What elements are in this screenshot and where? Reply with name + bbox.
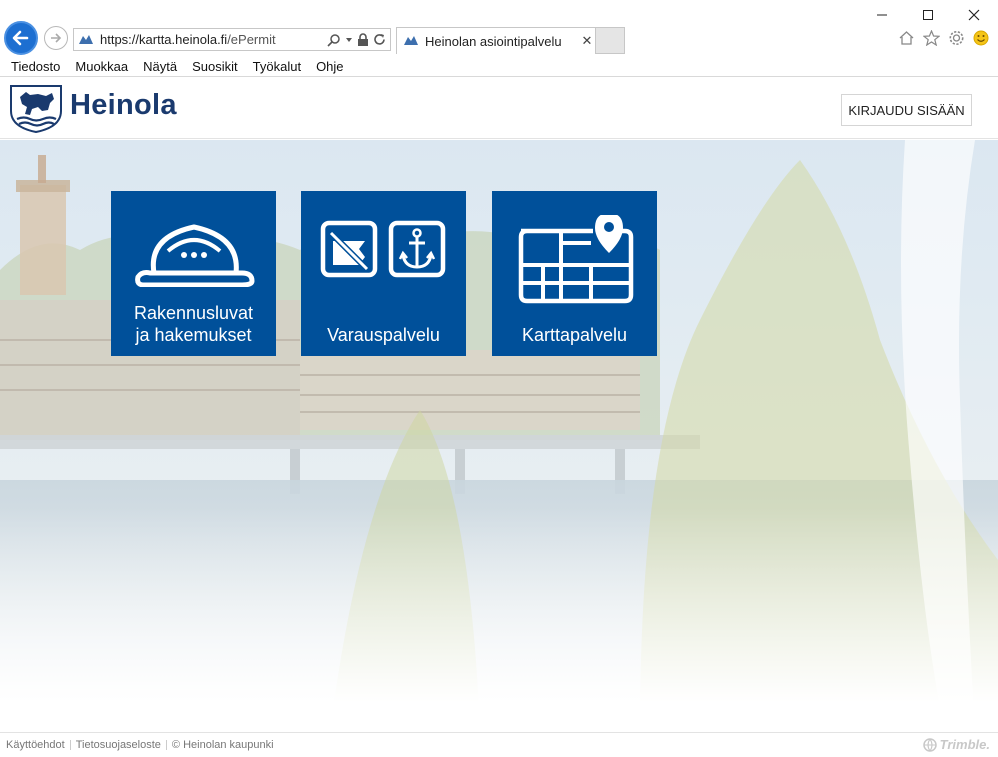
close-window-icon[interactable] [954, 5, 994, 25]
privacy-link[interactable]: Tietosuojaseloste [76, 739, 161, 751]
menu-bar: Tiedosto Muokkaa Näytä Suosikit Työkalut… [0, 56, 998, 77]
site-header: Heinola KIRJAUDU SISÄÄN [0, 77, 998, 139]
arrow-left-icon [12, 30, 29, 46]
page-footer: Käyttöehdot Tietosuojaseloste © Heinolan… [0, 732, 998, 757]
arrow-right-icon [51, 33, 62, 43]
back-button[interactable] [4, 21, 38, 55]
trimble-logo: Trimble. [922, 737, 990, 752]
smiley-icon[interactable] [973, 30, 989, 46]
terms-link[interactable]: Käyttöehdot [6, 739, 65, 751]
url-host: https://kartta.heinola.fi [100, 32, 228, 47]
menu-item-tools[interactable]: Työkalut [253, 59, 301, 74]
hard-hat-icon [134, 224, 255, 287]
map-pin-icon [518, 215, 633, 304]
url-text: https://kartta.heinola.fi/ePermit [100, 32, 327, 47]
forward-button[interactable] [44, 26, 68, 50]
footer-divider [69, 740, 71, 750]
tab-title: Heinolan asiointipalvelu [425, 33, 562, 49]
chevron-down-icon[interactable] [345, 36, 353, 44]
menu-item-edit[interactable]: Muokkaa [75, 59, 128, 74]
site-logo-text[interactable]: Heinola [70, 89, 177, 122]
login-button[interactable]: KIRJAUDU SISÄÄN [841, 94, 972, 126]
refresh-icon[interactable] [373, 33, 386, 46]
site-favicon-icon [404, 36, 418, 45]
tile-icon-wrapper [301, 215, 466, 305]
url-path: /ePermit [227, 32, 276, 47]
trimble-logo-text: Trimble. [939, 737, 990, 752]
tile-icon-wrapper [111, 215, 276, 305]
hero-background: Rakennusluvat ja hakemukset Varauspalvel… [0, 140, 998, 732]
search-icon[interactable] [327, 33, 341, 47]
tile-building-permits[interactable]: Rakennusluvat ja hakemukset [111, 191, 276, 356]
tile-label-building-permits: Rakennusluvat ja hakemukset [133, 303, 254, 345]
minimize-icon[interactable] [862, 5, 902, 25]
tile-label-reservations: Varauspalvelu [327, 325, 440, 345]
trimble-globe-icon [922, 737, 937, 752]
favorites-star-icon[interactable] [923, 30, 940, 46]
tile-reservations[interactable]: Varauspalvelu [301, 191, 466, 356]
home-icon[interactable] [898, 30, 915, 46]
gear-icon[interactable] [948, 30, 965, 46]
tile-label-map-service: Karttapalvelu [521, 325, 628, 345]
browser-chrome: https://kartta.heinola.fi/ePermit Heinol… [0, 0, 998, 77]
browser-tab[interactable]: Heinolan asiointipalvelu ✕ [396, 27, 596, 54]
copyright-text: © Heinolan kaupunki [171, 739, 274, 751]
tile-map-service[interactable]: Karttapalvelu [492, 191, 657, 356]
heinola-crest-icon[interactable] [8, 83, 64, 133]
address-bar[interactable]: https://kartta.heinola.fi/ePermit [73, 28, 391, 51]
tile-icon-wrapper [492, 215, 657, 305]
reservation-icon [320, 220, 445, 278]
maximize-icon[interactable] [908, 5, 948, 25]
footer-divider [165, 740, 167, 750]
menu-item-help[interactable]: Ohje [316, 59, 343, 74]
lock-icon[interactable] [357, 32, 369, 47]
site-favicon-icon [79, 34, 93, 44]
close-tab-icon[interactable]: ✕ [579, 33, 595, 49]
menu-item-view[interactable]: Näytä [143, 59, 177, 74]
new-tab-button[interactable] [596, 27, 625, 54]
menu-item-file[interactable]: Tiedosto [11, 59, 60, 74]
menu-item-favorites[interactable]: Suosikit [192, 59, 238, 74]
